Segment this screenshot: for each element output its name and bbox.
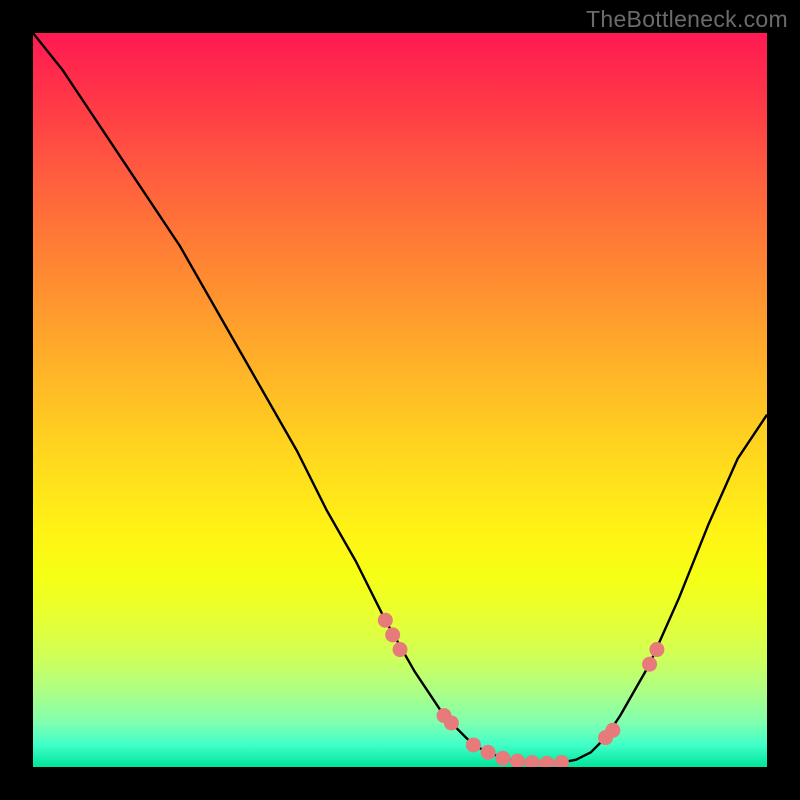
- chart-svg: [33, 33, 767, 767]
- marker-dot: [444, 715, 459, 730]
- marker-dot: [605, 723, 620, 738]
- marker-dot: [481, 745, 496, 760]
- marker-dots: [378, 613, 665, 767]
- marker-dot: [393, 642, 408, 657]
- marker-dot: [642, 657, 657, 672]
- marker-dot: [510, 754, 525, 767]
- marker-dot: [466, 737, 481, 752]
- marker-dot: [385, 627, 400, 642]
- marker-dot: [554, 755, 569, 767]
- marker-dot: [525, 755, 540, 767]
- marker-dot: [649, 642, 664, 657]
- chart-frame: TheBottleneck.com: [0, 0, 800, 800]
- marker-dot: [539, 756, 554, 767]
- watermark-text: TheBottleneck.com: [586, 6, 788, 33]
- marker-dot: [495, 751, 510, 766]
- marker-dot: [378, 613, 393, 628]
